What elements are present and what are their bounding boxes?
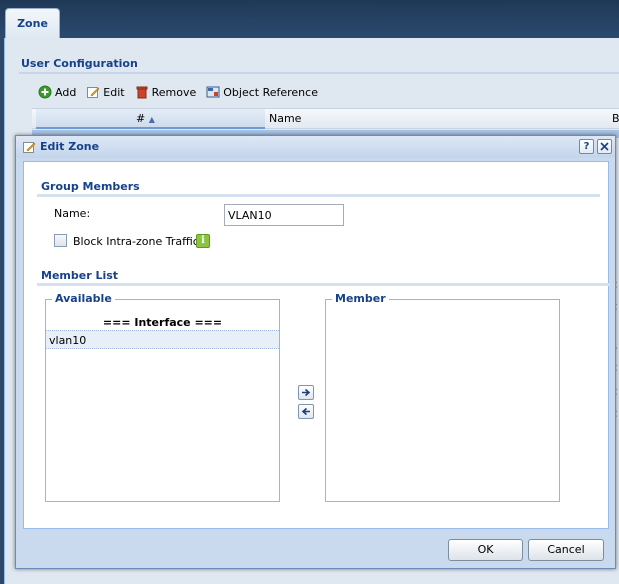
name-label: Name: (54, 207, 91, 220)
remove-label: Remove (151, 85, 197, 99)
block-intra-zone-label: Block Intra-zone Traffic (73, 235, 199, 248)
ok-button[interactable]: OK (448, 539, 523, 561)
info-icon[interactable]: i (196, 234, 210, 248)
add-button[interactable]: Add (38, 85, 76, 99)
available-list[interactable]: Available === Interface === vlan10 (45, 292, 280, 502)
sort-ascending-icon: ▲ (148, 115, 155, 124)
column-number-header[interactable]: # ▲ (136, 112, 155, 125)
dialog-title: Edit Zone (40, 140, 100, 153)
edit-label: Edit (103, 85, 125, 99)
object-reference-icon (206, 86, 220, 98)
list-item[interactable]: vlan10 (46, 330, 279, 349)
group-members-divider (37, 194, 600, 197)
close-icon (600, 142, 609, 151)
name-field[interactable] (224, 204, 344, 226)
group-members-title: Group Members (41, 180, 140, 193)
dialog-title-bar[interactable]: Edit Zone ? (16, 136, 615, 158)
arrow-right-icon (302, 388, 311, 397)
edit-button[interactable]: Edit (86, 85, 125, 99)
arrow-left-icon (301, 407, 310, 416)
block-intra-zone-checkbox[interactable] (54, 234, 67, 247)
edit-zone-dialog: Edit Zone ? Group Members Name: Block In… (15, 135, 616, 569)
add-icon (38, 85, 52, 99)
toolbar: Add Edit Remove Object Reference (32, 80, 619, 104)
cancel-button[interactable]: Cancel (528, 539, 604, 561)
column-block-header[interactable]: Bl (612, 112, 619, 125)
edit-icon (23, 142, 36, 153)
section-title: User Configuration (21, 57, 138, 70)
add-member-button[interactable] (298, 385, 314, 400)
tab-zone[interactable]: Zone (5, 8, 60, 38)
dialog-body: Group Members Name: Block Intra-zone Tra… (23, 161, 610, 529)
member-list-title: Member List (41, 269, 119, 282)
top-bar: Zone (0, 0, 619, 38)
member-list[interactable]: Member (325, 292, 560, 502)
remove-member-button[interactable] (298, 404, 314, 419)
object-reference-button[interactable]: Object Reference (206, 85, 318, 99)
object-reference-label: Object Reference (223, 85, 318, 99)
trash-icon (136, 86, 148, 99)
close-button[interactable] (597, 139, 612, 154)
edit-icon (87, 87, 100, 98)
available-group-header: === Interface === (102, 316, 223, 329)
add-label: Add (55, 85, 77, 99)
member-legend: Member (332, 292, 389, 305)
grid-header: # ▲ Name Bl (32, 108, 619, 129)
help-button[interactable]: ? (579, 139, 594, 154)
column-number-label: # (136, 112, 146, 125)
available-legend: Available (52, 292, 115, 305)
member-list-divider (37, 283, 610, 286)
remove-button[interactable]: Remove (135, 85, 197, 99)
column-name-header[interactable]: Name (269, 112, 301, 125)
section-divider (19, 72, 619, 74)
